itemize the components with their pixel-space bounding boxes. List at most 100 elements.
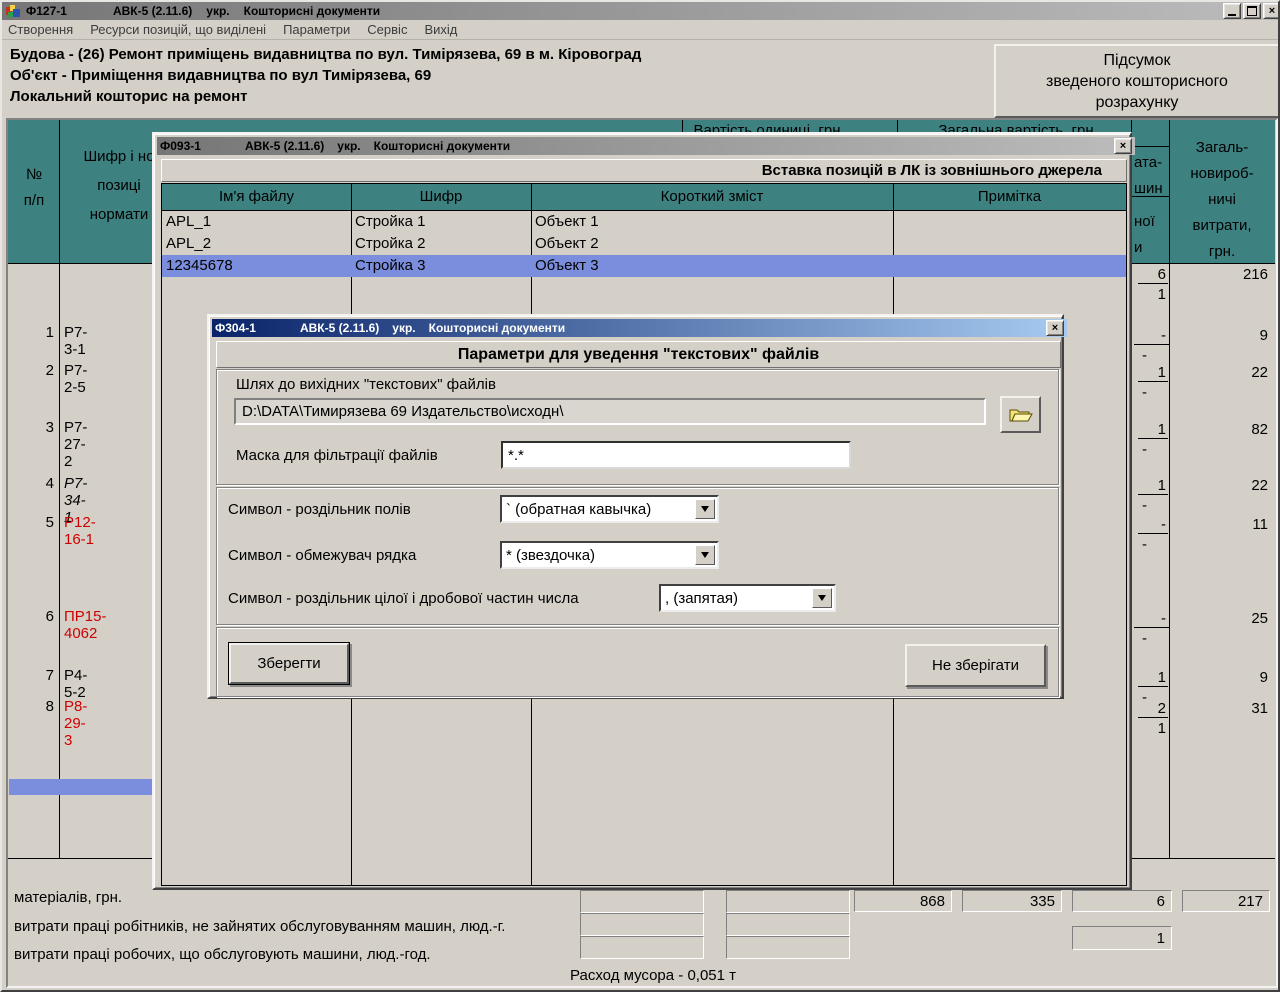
file-row[interactable]: APL_1 Стройка 1 Объект 1 [162, 211, 1126, 233]
row-number: 1 [10, 324, 54, 341]
menu-item-exit[interactable]: Вихід [424, 22, 457, 37]
row-number: 5 [10, 514, 54, 531]
empty-total-cell [726, 890, 850, 913]
text-file-params-dialog: Ф304-1 АВК-5 (2.11.6) укр. Кошторисні до… [207, 314, 1064, 699]
titlebar-lang: укр. [206, 4, 229, 18]
workers-label: витрати праці робітників, не зайнятих об… [14, 918, 505, 935]
cell-summary: Объект 1 [531, 211, 893, 233]
fraction-rule [1138, 717, 1168, 718]
row-code: Р12-16-1 [64, 514, 96, 548]
machine-total-cell: 1 [1072, 926, 1172, 950]
dialog-titlebar: Ф304-1 АВК-5 (2.11.6) укр. Кошторисні до… [212, 319, 1067, 337]
save-button[interactable]: Зберегти [229, 643, 349, 684]
files-table-header: Ім'я файлу Шифр Короткий зміст Примітка [162, 184, 1126, 211]
menu-item-resources[interactable]: Ресурси позицій, що виділені [90, 22, 266, 37]
machine-hours-bottom: - [1142, 347, 1174, 364]
machine-hours-bottom: - [1142, 497, 1174, 514]
decimal-separator-combobox[interactable]: , (запятая) [659, 584, 836, 612]
restore-button[interactable] [1243, 3, 1261, 19]
titlebar-doc-type: Кошторисні документи [244, 4, 381, 18]
menu-bar: Створення Ресурси позицій, що виділені П… [2, 20, 1280, 40]
col-header-summary: Короткий зміст [531, 184, 893, 210]
machine-hours-bottom: - [1142, 536, 1174, 553]
machine-hours-bottom: 1 [1134, 286, 1166, 303]
machine-hours-top: 1 [1134, 477, 1166, 494]
dialog-doc-type: Кошторисні документи [429, 321, 566, 335]
cell-filename: APL_2 [162, 233, 351, 255]
chevron-down-icon [818, 595, 826, 601]
column-header-machines-bottom: ної и [1134, 209, 1168, 261]
header-estimate-line: Локальний кошторис на ремонт [10, 88, 247, 105]
machine-workers-label: витрати праці робочих, що обслуговують м… [14, 946, 431, 963]
discard-button[interactable]: Не зберігати [905, 644, 1046, 687]
window-titlebar: Ф127-1 АВК-5 (2.11.6) укр. Кошторисні до… [2, 2, 1280, 20]
fraction-rule [1138, 686, 1168, 687]
dialog-heading: Параметри для уведення "текстових" файлі… [216, 341, 1061, 368]
grid-line [1169, 120, 1170, 858]
mask-label: Маска для фільтрації файлів [236, 447, 438, 464]
dialog-form-code: Ф304-1 [215, 321, 256, 335]
total-cell: 217 [1182, 890, 1270, 912]
dialog-close-button[interactable]: × [1046, 320, 1064, 336]
browse-button[interactable] [1000, 396, 1041, 433]
app-icon [5, 4, 21, 18]
overhead-value: 82 [1172, 421, 1268, 438]
machine-hours-top: - [1134, 327, 1166, 344]
line-terminator-value: * (звездочка) [506, 547, 595, 564]
file-row[interactable]: APL_2 Стройка 2 Объект 2 [162, 233, 1126, 255]
machine-hours-top: - [1134, 516, 1166, 533]
cell-note [893, 255, 1126, 277]
machine-hours-bottom: - [1142, 630, 1174, 647]
menu-item-parameters[interactable]: Параметри [283, 22, 350, 37]
cell-filename: 12345678 [162, 255, 351, 277]
total-cell: 335 [962, 890, 1062, 912]
row-number: 4 [10, 475, 54, 492]
summary-calculation-button[interactable]: Підсумок зведеного кошторисного розрахун… [994, 44, 1280, 118]
minimize-button[interactable] [1223, 3, 1241, 19]
overhead-value: 22 [1172, 364, 1268, 381]
close-button[interactable]: × [1263, 3, 1280, 19]
dropdown-button[interactable] [812, 588, 832, 608]
field-separator-value: ` (обратная кавычка) [506, 501, 651, 518]
row-code: Р8-29-3 [64, 698, 87, 749]
file-row-selected[interactable]: 12345678 Стройка 3 Объект 3 [162, 255, 1126, 277]
fraction-rule [1138, 494, 1168, 495]
row-number: 7 [10, 667, 54, 684]
machine-hours-top: 1 [1134, 421, 1166, 438]
dialog-heading: Вставка позицій в ЛК із зовнішнього джер… [161, 159, 1127, 182]
column-header-overhead: Загаль- новироб- ничі витрати, грн. [1170, 135, 1274, 265]
dialog-doc-type: Кошторисні документи [374, 139, 511, 153]
overhead-value: 31 [1172, 700, 1268, 717]
cell-note [893, 233, 1126, 255]
field-separator-combobox[interactable]: ` (обратная кавычка) [500, 495, 719, 523]
dialog-app-name: АВК-5 (2.11.6) [300, 321, 379, 335]
cell-cipher: Стройка 2 [351, 233, 531, 255]
path-input[interactable] [234, 398, 986, 425]
line-terminator-label: Символ - обмежувач рядка [228, 547, 416, 564]
dropdown-button[interactable] [695, 499, 715, 519]
estimate-header: Будова - (26) Ремонт приміщень видавницт… [6, 40, 988, 116]
fraction-rule [1138, 533, 1168, 534]
mask-input[interactable] [501, 441, 851, 469]
menu-item-create[interactable]: Створення [8, 22, 73, 37]
field-separator-label: Символ - роздільник полів [228, 501, 411, 518]
grid-line [1132, 146, 1169, 147]
minimize-icon [1228, 14, 1236, 16]
path-label: Шлях до вихідних "текстових" файлів [236, 376, 496, 393]
row-code: Р7-3-1 [64, 324, 87, 358]
dropdown-button[interactable] [695, 545, 715, 565]
overhead-value: 9 [1172, 669, 1268, 686]
line-terminator-combobox[interactable]: * (звездочка) [500, 541, 719, 569]
menu-item-service[interactable]: Сервіс [367, 22, 407, 37]
materials-label: матеріалів, грн. [14, 889, 122, 906]
col-header-note: Примітка [893, 184, 1126, 210]
titlebar-form-code: Ф127-1 [26, 4, 67, 18]
chevron-down-icon [701, 506, 709, 512]
overhead-value: 9 [1172, 327, 1268, 344]
column-header-machines-top: ата- шин [1134, 150, 1168, 202]
dialog-app-name: АВК-5 (2.11.6) [245, 139, 324, 153]
dialog-lang: укр. [392, 321, 415, 335]
empty-total-cell [726, 936, 850, 959]
dialog-close-button[interactable]: × [1114, 138, 1132, 154]
close-icon: × [1269, 6, 1275, 17]
